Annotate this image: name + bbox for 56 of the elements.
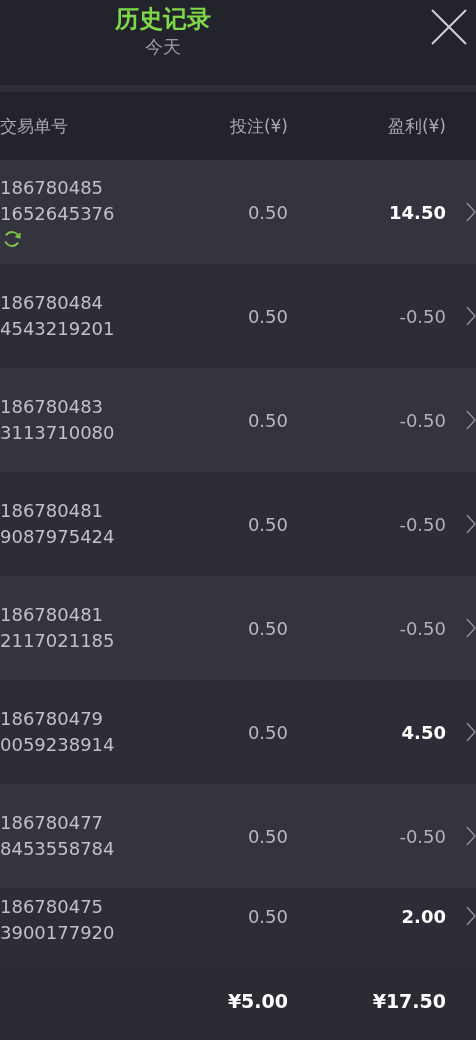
profit-amount: 14.50 [388, 201, 446, 223]
chevron-right-icon [466, 202, 476, 222]
order-number: 186780481 [0, 603, 104, 627]
transaction-row[interactable]: 186780479 0059238914 0.50 4.50 [0, 680, 476, 784]
stake-amount: 0.50 [246, 409, 288, 431]
transaction-row[interactable]: 186780481 2117021185 0.50 -0.50 [0, 576, 476, 680]
page-title: 历史记录 [115, 4, 211, 34]
transaction-row[interactable]: 186780484 4543219201 0.50 -0.50 [0, 264, 476, 368]
total-profit: ¥17.50 [371, 990, 446, 1012]
stake-amount: 0.50 [246, 825, 288, 847]
total-stake: ¥5.00 [226, 990, 288, 1012]
stake-amount: 0.50 [246, 617, 288, 639]
order-number: 3113710080 [0, 421, 115, 445]
transaction-row[interactable]: 186780483 3113710080 0.50 -0.50 [0, 368, 476, 472]
order-number: 1652645376 [0, 202, 115, 226]
date-subtitle: 今天 [145, 35, 181, 59]
order-number: 186780481 [0, 499, 104, 523]
order-number: 8453558784 [0, 837, 115, 861]
order-number: 2117021185 [0, 629, 115, 653]
order-number: 186780479 [0, 707, 104, 731]
order-number: 0059238914 [0, 733, 115, 757]
profit-amount: 2.00 [400, 906, 446, 927]
chevron-right-icon [466, 906, 476, 926]
order-number: 3900177920 [0, 921, 115, 945]
stake-amount: 0.50 [246, 721, 288, 743]
column-header: 盈利(¥) [386, 114, 446, 138]
transaction-row[interactable]: 186780475 3900177920 0.50 2.00 [0, 888, 476, 962]
order-number: 186780475 [0, 895, 104, 919]
column-header: 交易单号 [0, 114, 69, 138]
chevron-right-icon [466, 618, 476, 638]
chevron-right-icon [466, 722, 476, 742]
profit-amount: -0.50 [398, 617, 446, 639]
transaction-row[interactable]: 186780477 8453558784 0.50 -0.50 [0, 784, 476, 888]
profit-amount: -0.50 [398, 825, 446, 847]
order-number: 186780485 [0, 176, 104, 200]
stake-amount: 0.50 [246, 201, 288, 223]
transaction-row[interactable]: 186780485 1652645376 0.50 14.50 [0, 160, 476, 264]
profit-amount: -0.50 [398, 409, 446, 431]
chevron-right-icon [466, 826, 476, 846]
chevron-right-icon [466, 514, 476, 534]
order-number: 186780483 [0, 395, 104, 419]
chevron-right-icon [466, 410, 476, 430]
order-number: 186780477 [0, 811, 104, 835]
transaction-row[interactable]: 186780481 9087975424 0.50 -0.50 [0, 472, 476, 576]
order-number: 4543219201 [0, 317, 115, 341]
stake-amount: 0.50 [246, 305, 288, 327]
stake-amount: 0.50 [246, 906, 288, 927]
profit-amount: -0.50 [398, 513, 446, 535]
order-number: 186780484 [0, 291, 104, 315]
profit-amount: -0.50 [398, 305, 446, 327]
close-icon[interactable] [431, 9, 467, 45]
profit-amount: 4.50 [400, 721, 446, 743]
column-header: 投注(¥) [228, 114, 288, 138]
order-number: 9087975424 [0, 525, 115, 549]
chevron-right-icon [466, 306, 476, 326]
stake-amount: 0.50 [246, 513, 288, 535]
